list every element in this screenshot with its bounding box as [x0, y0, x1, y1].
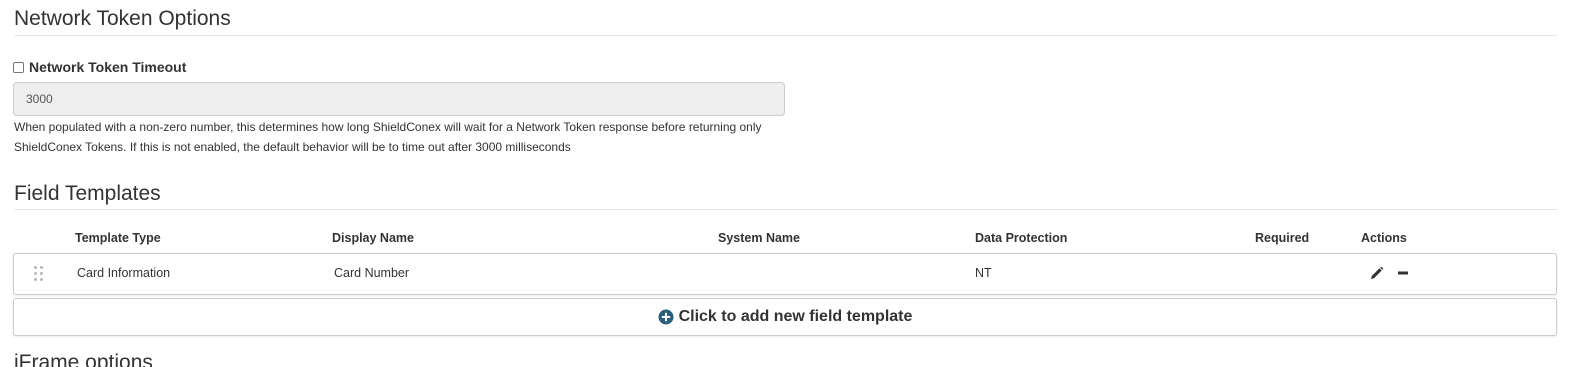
page: Network Token Options Network Token Time… [0, 0, 1582, 367]
column-header-display-name: Display Name [332, 231, 414, 245]
network-token-options-heading: Network Token Options [14, 7, 231, 30]
cell-data-protection: NT [975, 266, 992, 280]
help-text-line: ShieldConex Tokens. If this is not enabl… [14, 140, 571, 154]
help-text-line: When populated with a non-zero number, t… [14, 120, 762, 134]
network-token-timeout-label[interactable]: Network Token Timeout [29, 59, 186, 75]
column-header-required: Required [1255, 231, 1310, 245]
column-header-actions: Actions [1361, 231, 1407, 245]
network-token-timeout-help: When populated with a non-zero number, t… [14, 117, 774, 157]
network-token-timeout-checkbox[interactable] [13, 61, 24, 73]
add-field-template-button[interactable]: Click to add new field template [13, 298, 1557, 336]
cell-display-name: Card Number [334, 266, 410, 280]
column-header-system-name: System Name [718, 231, 800, 245]
add-field-template-content: Click to add new field template [14, 299, 1556, 335]
pencil-icon[interactable] [1369, 265, 1385, 281]
add-field-template-label: Click to add new field template [678, 308, 913, 325]
plus-circle-icon [658, 309, 674, 325]
drag-handle-icon[interactable] [34, 266, 44, 282]
cell-template-type: Card Information [77, 266, 171, 280]
section-divider [14, 35, 1557, 36]
iframe-options-heading: iFrame options [14, 351, 153, 367]
column-header-template-type: Template Type [75, 231, 161, 245]
field-templates-heading: Field Templates [14, 182, 161, 205]
network-token-timeout-input[interactable]: 3000 [13, 82, 785, 116]
section-divider [14, 209, 1557, 210]
minus-icon[interactable] [1395, 265, 1411, 281]
network-token-timeout-row: Network Token Timeout [13, 59, 186, 75]
field-templates-table-header: Template Type Display Name System Name D… [0, 229, 1582, 247]
column-header-data-protection: Data Protection [975, 231, 1068, 245]
table-row: Card Information Card Number NT [13, 253, 1557, 295]
